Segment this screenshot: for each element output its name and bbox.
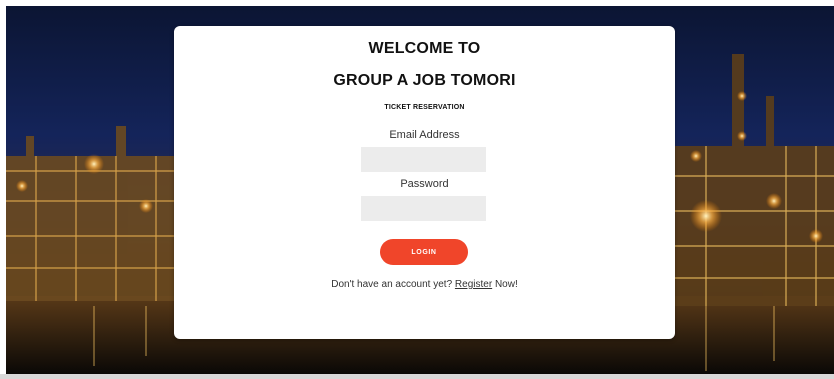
password-label: Password (400, 178, 449, 190)
bottom-strip (0, 374, 834, 379)
page-title-line2: GROUP A JOB TOMORI (333, 72, 516, 89)
register-prompt: Don't have an account yet? Register Now! (174, 279, 675, 290)
login-page: WELCOME TO GROUP A JOB TOMORI TICKET RES… (0, 0, 834, 379)
page-subtitle: TICKET RESERVATION (384, 104, 465, 111)
email-label: Email Address (389, 129, 460, 141)
register-prompt-after: Now! (494, 279, 518, 290)
login-button[interactable]: LOGIN (380, 239, 468, 265)
email-field[interactable] (361, 147, 486, 172)
password-field[interactable] (361, 196, 486, 221)
register-link[interactable]: Register (455, 279, 492, 290)
register-prompt-before: Don't have an account yet? (331, 279, 453, 290)
page-title-line1: WELCOME TO (368, 40, 481, 57)
login-card: WELCOME TO GROUP A JOB TOMORI TICKET RES… (174, 26, 675, 339)
